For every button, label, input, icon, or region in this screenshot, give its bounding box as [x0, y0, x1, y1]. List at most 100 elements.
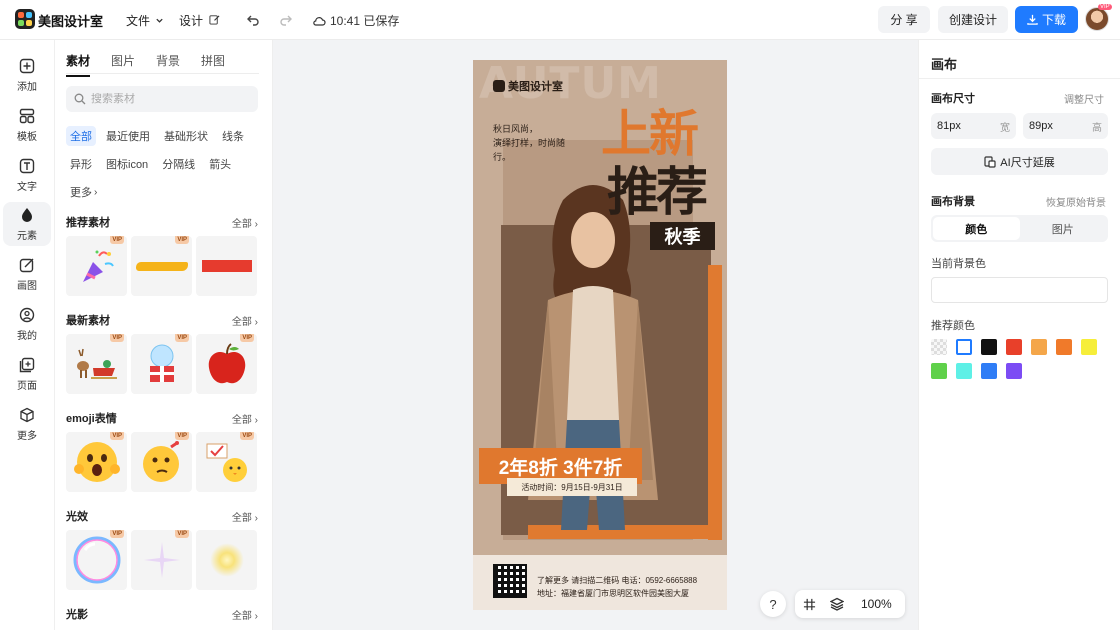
- rail-item-text[interactable]: 文字: [3, 153, 51, 197]
- swatch-purple[interactable]: [1006, 363, 1022, 379]
- rail-item-elements[interactable]: 元素: [3, 202, 51, 246]
- width-unit: 宽: [1000, 122, 1010, 134]
- avatar-vip-badge: VIP: [1098, 4, 1112, 10]
- swatch-light-orange[interactable]: [1031, 339, 1047, 355]
- page-icon: [18, 356, 36, 374]
- vip-badge: VIP: [110, 530, 124, 538]
- poster-canvas[interactable]: AUTUM 美图设计室 秋日风尚， 演绎打样，时尚随行。 上新 推荐 秋季 2年…: [473, 60, 727, 610]
- section-title: emoji表情: [66, 413, 117, 425]
- help-button[interactable]: ?: [760, 591, 786, 617]
- red-bar-thumb[interactable]: [196, 236, 257, 296]
- swatch-black[interactable]: [981, 339, 997, 355]
- snow-globe-gift-thumb[interactable]: VIP: [131, 334, 192, 394]
- swatch-green[interactable]: [931, 363, 947, 379]
- swatch-transparent[interactable]: [931, 339, 947, 355]
- swatch-orange[interactable]: [1056, 339, 1072, 355]
- chip-icons[interactable]: 图标icon: [102, 154, 152, 174]
- sparkle-thumb[interactable]: VIP: [131, 530, 192, 590]
- resize-link[interactable]: 调整尺寸: [1064, 91, 1104, 106]
- bubble-thumb[interactable]: VIP: [66, 530, 127, 590]
- design-menu[interactable]: 设计: [179, 12, 220, 29]
- shocked-face-icon: [73, 442, 120, 482]
- chip-basic-shapes[interactable]: 基础形状: [160, 126, 212, 146]
- rail-label: 页面: [17, 381, 37, 392]
- properties-title: 画布: [931, 57, 958, 72]
- chick-emoji-thumb[interactable]: VIP: [196, 432, 257, 492]
- section-latest: 最新素材 全部 ›: [66, 312, 258, 328]
- plus-square-icon: [18, 57, 36, 75]
- top-bar: 美图设计室 文件 设计 10:41 已保存 分 享 创建设计 下载 VIP: [0, 0, 1120, 40]
- draw-icon: [18, 256, 36, 274]
- vip-badge: VIP: [110, 334, 124, 342]
- thinking-emoji-thumb[interactable]: VIP: [131, 432, 192, 492]
- rail-item-more[interactable]: 更多: [3, 402, 51, 446]
- swatch-white[interactable]: [956, 339, 972, 355]
- swatch-cyan[interactable]: [956, 363, 972, 379]
- view-all-link[interactable]: 全部 ›: [232, 509, 258, 524]
- party-popper-thumb[interactable]: VIP: [66, 236, 127, 296]
- download-label: 下载: [1041, 13, 1066, 27]
- poster-date-tag: 活动时间：9月15日-9月31日: [507, 478, 637, 496]
- grid-icon[interactable]: [795, 590, 823, 618]
- height-unit: 高: [1092, 122, 1102, 134]
- bg-type-image[interactable]: 图片: [1020, 217, 1107, 240]
- chip-all[interactable]: 全部: [66, 126, 96, 146]
- zoom-level[interactable]: 100%: [851, 597, 892, 611]
- view-all-link[interactable]: 全部 ›: [232, 607, 258, 622]
- shocked-emoji-thumb[interactable]: VIP: [66, 432, 127, 492]
- ai-extend-label: AI尺寸延展: [1000, 156, 1055, 169]
- app-logo-icon[interactable]: [15, 9, 35, 29]
- rail-item-page[interactable]: 页面: [3, 352, 51, 396]
- view-all-link[interactable]: 全部 ›: [232, 313, 258, 328]
- party-popper-icon: [82, 250, 114, 282]
- swatch-red[interactable]: [1006, 339, 1022, 355]
- rail-item-template[interactable]: 模板: [3, 103, 51, 147]
- chip-more[interactable]: 更多 ›: [66, 182, 101, 202]
- width-field[interactable]: 81px 宽: [931, 113, 1016, 139]
- share-button[interactable]: 分 享: [878, 6, 930, 33]
- chip-irregular[interactable]: 异形: [66, 154, 96, 174]
- rail-label: 画图: [17, 281, 37, 292]
- height-field[interactable]: 89px 高: [1023, 113, 1108, 139]
- sleigh-thumb[interactable]: VIP: [66, 334, 127, 394]
- vip-badge: VIP: [240, 432, 254, 440]
- download-button[interactable]: 下载: [1015, 6, 1078, 33]
- chip-recent[interactable]: 最近使用: [102, 126, 154, 146]
- search-input[interactable]: [91, 93, 241, 105]
- apple-icon: [208, 343, 245, 384]
- properties-panel: 画布 画布尺寸 调整尺寸 81px 宽 89px 高 AI尺寸延展 画布背景 恢…: [918, 40, 1120, 630]
- yellow-stroke-thumb[interactable]: VIP: [131, 236, 192, 296]
- zoom-toolbar: 100%: [795, 590, 905, 618]
- glow-thumb[interactable]: [196, 530, 257, 590]
- view-all-label: 全部: [231, 218, 252, 230]
- canvas-area: AUTUM 美图设计室 秋日风尚， 演绎打样，时尚随行。 上新 推荐 秋季 2年…: [273, 40, 918, 630]
- search-box[interactable]: [66, 86, 258, 112]
- slogan-line: 演绎打样，时尚随行。: [493, 138, 566, 162]
- chevron-down-icon: [156, 18, 164, 23]
- redo-icon[interactable]: [277, 11, 295, 29]
- swatch-yellow[interactable]: [1081, 339, 1097, 355]
- view-all-link[interactable]: 全部 ›: [232, 411, 258, 426]
- undo-icon[interactable]: [244, 11, 262, 29]
- current-bg-color-field[interactable]: [931, 277, 1108, 303]
- avatar[interactable]: [1085, 7, 1109, 31]
- file-menu[interactable]: 文件: [126, 12, 164, 29]
- brand-logo-icon: [493, 80, 505, 92]
- chip-dividers[interactable]: 分隔线: [158, 154, 199, 174]
- thumb-row: VIP VIP VIP: [66, 334, 258, 394]
- reset-bg-link[interactable]: 恢复原始背景: [1046, 194, 1106, 209]
- swatch-blue[interactable]: [981, 363, 997, 379]
- bg-type-color[interactable]: 颜色: [933, 217, 1020, 240]
- rail-item-mine[interactable]: 我的: [3, 302, 51, 346]
- ai-extend-button[interactable]: AI尺寸延展: [931, 148, 1108, 175]
- red-apple-thumb[interactable]: VIP: [196, 334, 257, 394]
- view-all-link[interactable]: 全部 ›: [232, 215, 258, 230]
- chip-lines[interactable]: 线条: [218, 126, 248, 146]
- rail-item-draw[interactable]: 画图: [3, 252, 51, 296]
- rail-label: 我的: [17, 331, 37, 342]
- layers-icon[interactable]: [823, 590, 851, 618]
- rail-item-add[interactable]: 添加: [3, 53, 51, 97]
- download-icon: [1027, 14, 1038, 25]
- create-design-button[interactable]: 创建设计: [938, 6, 1008, 33]
- chip-arrows[interactable]: 箭头: [205, 154, 235, 174]
